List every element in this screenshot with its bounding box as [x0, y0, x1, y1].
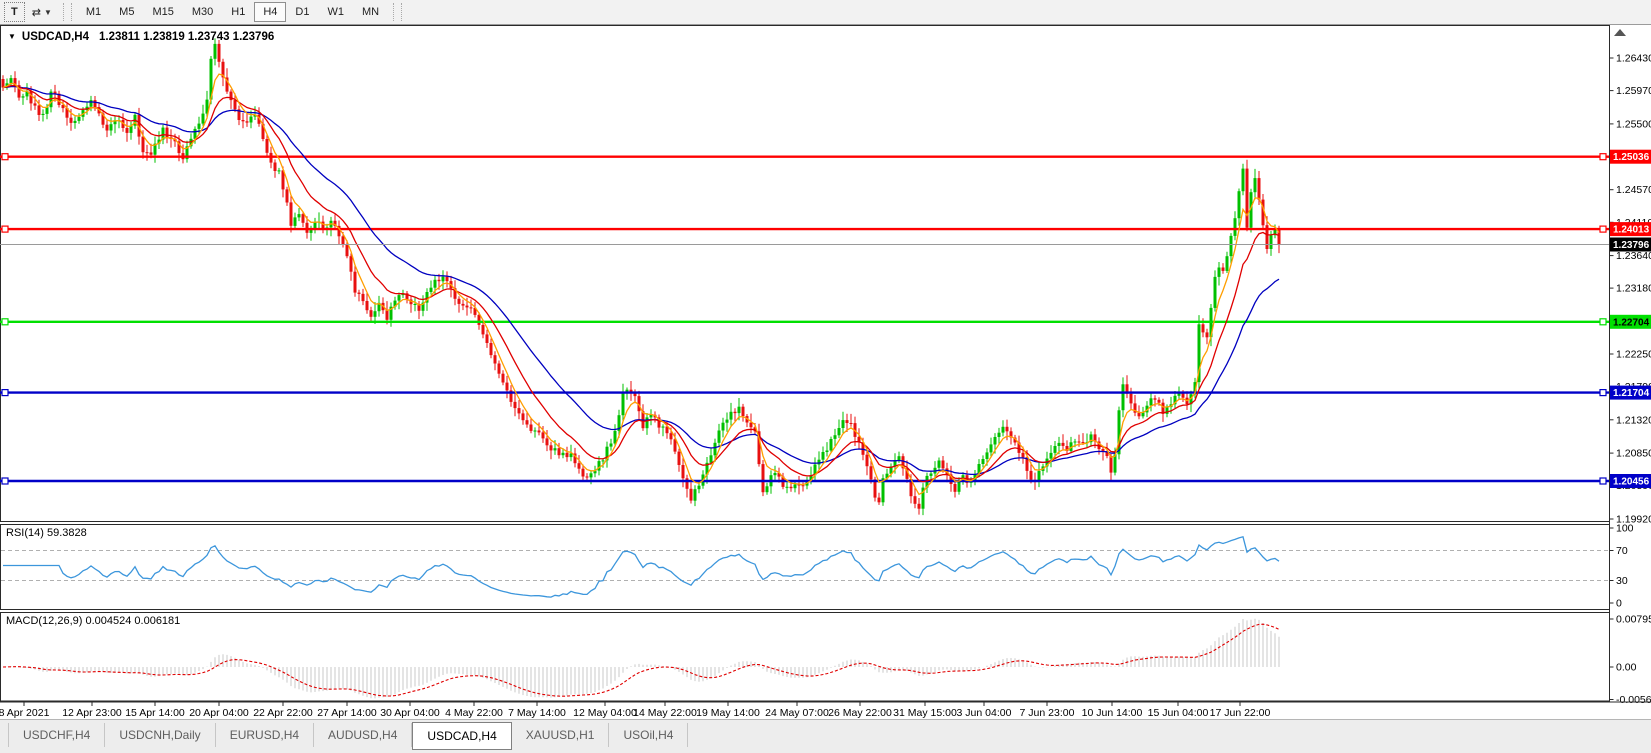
symbol-tab-USDCAD[interactable]: USDCAD,H4: [412, 722, 511, 750]
timeframe-button-MN[interactable]: MN: [353, 2, 388, 22]
rsi-tick-label: 70: [1616, 545, 1628, 557]
svg-text:1.24013: 1.24013: [1613, 225, 1650, 236]
time-tick-label: 22 Apr 22:00: [253, 707, 313, 719]
time-tick-label: 27 Apr 14:00: [317, 707, 377, 719]
chart-canvas[interactable]: 1.264301.259701.255001.245701.241101.236…: [0, 25, 1651, 719]
time-tick-label: 3 Jun 04:00: [957, 707, 1012, 719]
symbol-tab-AUDUSD[interactable]: AUDUSD,H4: [314, 723, 412, 747]
time-tick-label: 10 Jun 14:00: [1082, 707, 1143, 719]
macd-tick-label: 0.007959: [1616, 614, 1651, 626]
svg-text:1.25036: 1.25036: [1613, 152, 1650, 163]
time-tick-label: 12 Apr 23:00: [62, 707, 122, 719]
symbol-tab-EURUSD[interactable]: EURUSD,H4: [216, 723, 314, 747]
chart-background: [0, 25, 1651, 719]
text-tool-button[interactable]: T: [4, 2, 25, 22]
swap-arrows-icon: ⇄: [32, 6, 41, 19]
price-tick-label: 1.22250: [1616, 349, 1651, 361]
price-tick-label: 1.20850: [1616, 448, 1651, 460]
macd-tick-label: 0.00: [1616, 662, 1637, 674]
timeframe-button-M15[interactable]: M15: [143, 2, 182, 22]
time-tick-label: 17 Jun 22:00: [1210, 707, 1271, 719]
price-tick-label: 1.25970: [1616, 85, 1651, 97]
symbol-tab-XAUUSD[interactable]: XAUUSD,H1: [512, 723, 610, 747]
top-toolbar: T ⇄ ▼ M1M5M15M30H1H4D1W1MN: [0, 0, 1651, 25]
toolbar-grip-right: [393, 3, 402, 21]
svg-text:1.20456: 1.20456: [1613, 477, 1650, 488]
symbol-tab-USOil[interactable]: USOil,H4: [609, 723, 688, 747]
toolbar-grip: [63, 3, 72, 21]
time-tick-label: 26 May 22:00: [828, 707, 892, 719]
price-tick-label: 1.23180: [1616, 283, 1651, 295]
symbol-tab-USDCHF[interactable]: USDCHF,H4: [8, 723, 105, 747]
macd-tick-label: -0.00566: [1616, 694, 1651, 706]
price-tick-label: 1.24570: [1616, 184, 1651, 196]
time-tick-label: 7 Jun 23:00: [1020, 707, 1075, 719]
rsi-tick-label: 30: [1616, 575, 1628, 587]
time-tick-label: 19 May 14:00: [696, 707, 760, 719]
cursor-tools-button[interactable]: ⇄ ▼: [27, 1, 57, 23]
time-tick-label: 15 Apr 14:00: [125, 707, 185, 719]
svg-text:1.22704: 1.22704: [1613, 317, 1650, 328]
time-tick-label: 12 May 04:00: [573, 707, 637, 719]
time-tick-label: 4 May 22:00: [445, 707, 503, 719]
rsi-tick-label: 100: [1616, 523, 1634, 535]
time-tick-label: 14 May 22:00: [633, 707, 697, 719]
symbol-tab-USDCNH[interactable]: USDCNH,Daily: [105, 723, 215, 747]
time-tick-label: 20 Apr 04:00: [189, 707, 249, 719]
timeframe-button-D1[interactable]: D1: [286, 2, 318, 22]
timeframe-button-H1[interactable]: H1: [222, 2, 254, 22]
timeframe-button-M1[interactable]: M1: [77, 2, 110, 22]
dropdown-caret-icon: ▼: [44, 8, 52, 17]
timeframe-button-M5[interactable]: M5: [110, 2, 143, 22]
timeframe-button-M30[interactable]: M30: [183, 2, 222, 22]
time-tick-label: 8 Apr 2021: [0, 707, 50, 719]
price-tick-label: 1.25500: [1616, 118, 1651, 130]
time-tick-label: 30 Apr 04:00: [380, 707, 440, 719]
timeframe-button-H4[interactable]: H4: [254, 2, 286, 22]
timeframe-toolbar: M1M5M15M30H1H4D1W1MN: [77, 2, 388, 22]
chart-window: 1.264301.259701.255001.245701.241101.236…: [0, 25, 1651, 719]
svg-text:1.21704: 1.21704: [1613, 388, 1650, 399]
time-tick-label: 7 May 14:00: [508, 707, 566, 719]
price-tick-label: 1.21320: [1616, 414, 1651, 426]
timeframe-button-W1[interactable]: W1: [318, 2, 353, 22]
chart-tab-bar: USDCHF,H4USDCNH,DailyEURUSD,H4AUDUSD,H4U…: [0, 719, 1651, 753]
price-tick-label: 1.26430: [1616, 53, 1651, 65]
mt4-window: T ⇄ ▼ M1M5M15M30H1H4D1W1MN 1.26430 1.2597…: [0, 0, 1651, 753]
svg-text:1.23796: 1.23796: [1613, 240, 1650, 251]
time-tick-label: 15 Jun 04:00: [1148, 707, 1209, 719]
time-tick-label: 31 May 15:00: [893, 707, 957, 719]
rsi-tick-label: 0: [1616, 598, 1622, 610]
price-tick-label: 1.23640: [1616, 250, 1651, 262]
time-tick-label: 24 May 07:00: [765, 707, 829, 719]
